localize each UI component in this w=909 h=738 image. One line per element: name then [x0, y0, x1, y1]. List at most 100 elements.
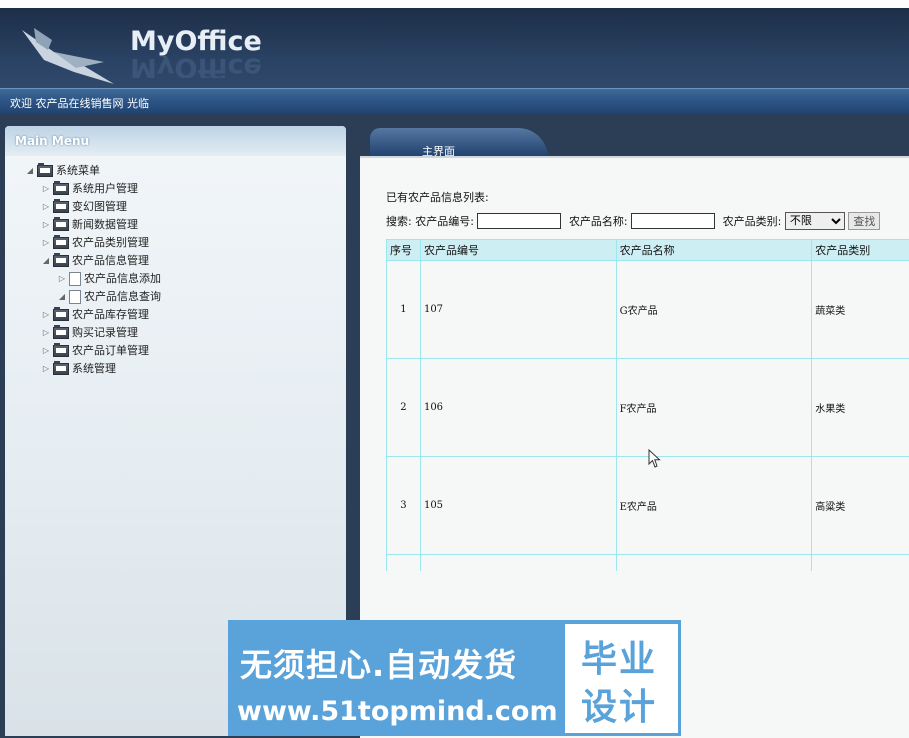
- cell-index: 1: [387, 261, 421, 359]
- folder-icon: [53, 309, 69, 321]
- name-label: 农产品名称:: [569, 215, 628, 228]
- sidebar-item-label: 农产品信息添加: [84, 272, 161, 285]
- search-bar: 搜索: 农产品编号: 农产品名称: 农产品类别: 不限 查找: [386, 212, 880, 232]
- collapsed-arrow-icon[interactable]: ▷: [41, 198, 51, 216]
- collapsed-arrow-icon[interactable]: ▷: [41, 306, 51, 324]
- cell-category: 高粱类: [812, 457, 909, 555]
- folder-icon: [37, 165, 53, 177]
- mouse-cursor-icon: [648, 449, 662, 469]
- expanded-arrow-icon[interactable]: ◢: [25, 162, 35, 180]
- code-input[interactable]: [477, 213, 561, 229]
- table-header-row: 序号 农产品编号 农产品名称 农产品类别: [387, 240, 909, 261]
- cell-category: 蔬菜类: [812, 261, 909, 359]
- folder-icon: [53, 201, 69, 213]
- product-table: 序号 农产品编号 农产品名称 农产品类别 1 107 G农产品 蔬菜类 2 10…: [386, 239, 909, 571]
- collapsed-arrow-icon[interactable]: ▷: [41, 342, 51, 360]
- search-button[interactable]: 查找: [848, 212, 880, 230]
- folder-icon: [53, 345, 69, 357]
- banner-url: www.51topmind.com: [237, 696, 558, 727]
- cell-code: 106: [420, 359, 616, 457]
- banner-right: 毕业 设计: [565, 624, 678, 733]
- tab-main[interactable]: 主界面: [370, 128, 548, 158]
- collapsed-arrow-icon[interactable]: ▷: [57, 270, 67, 288]
- banner-slogan: 无须担心.自动发货: [240, 640, 517, 686]
- collapsed-arrow-icon[interactable]: ▷: [41, 216, 51, 234]
- folder-icon: [53, 255, 69, 267]
- app-logo-text: MyOffice: [130, 26, 262, 57]
- cell-empty: [812, 555, 909, 572]
- tree-root[interactable]: ◢ 系统菜单: [25, 162, 100, 180]
- header-code: 农产品编号: [420, 240, 616, 261]
- folder-icon: [53, 219, 69, 231]
- sidebar-item-label: 变幻图管理: [72, 200, 127, 213]
- expanded-arrow-icon[interactable]: ◢: [41, 252, 51, 270]
- table-row: 2 106 F农产品 水果类: [387, 359, 909, 457]
- collapsed-arrow-icon[interactable]: ▷: [41, 324, 51, 342]
- collapsed-arrow-icon[interactable]: ▷: [41, 180, 51, 198]
- category-select[interactable]: 不限: [785, 212, 845, 230]
- sidebar-header: Main Menu: [5, 126, 346, 156]
- sidebar-item-purchase-records[interactable]: ▷ 购买记录管理: [41, 324, 138, 342]
- sidebar-item-label: 新闻数据管理: [72, 218, 138, 231]
- sidebar-item-slideshow-management[interactable]: ▷ 变幻图管理: [41, 198, 127, 216]
- header-index: 序号: [387, 240, 421, 261]
- sidebar-item-label: 系统管理: [72, 362, 116, 375]
- sidebar-item-system-management[interactable]: ▷ 系统管理: [41, 360, 116, 378]
- sidebar-item-order-management[interactable]: ▷ 农产品订单管理: [41, 342, 149, 360]
- name-input[interactable]: [631, 213, 715, 229]
- folder-icon: [53, 363, 69, 375]
- header-name: 农产品名称: [616, 240, 812, 261]
- table-row: [387, 555, 909, 572]
- cell-empty: [420, 555, 616, 572]
- watermark-banner: 无须担心.自动发货 www.51topmind.com 毕业 设计: [228, 620, 681, 736]
- sidebar-item-label: 农产品库存管理: [72, 308, 149, 321]
- category-label: 农产品类别:: [723, 215, 782, 228]
- sidebar-item-user-management[interactable]: ▷ 系统用户管理: [41, 180, 138, 198]
- page-icon: [69, 290, 81, 304]
- page-icon: [69, 272, 81, 286]
- sidebar-item-label: 系统用户管理: [72, 182, 138, 195]
- collapsed-arrow-icon[interactable]: ▷: [41, 360, 51, 378]
- folder-icon: [53, 183, 69, 195]
- spacer: [0, 114, 909, 126]
- banner-left: 无须担心.自动发货 www.51topmind.com: [228, 620, 563, 736]
- cell-code: 105: [420, 457, 616, 555]
- top-strip: [0, 0, 909, 8]
- cell-index: 2: [387, 359, 421, 457]
- folder-icon: [53, 327, 69, 339]
- sidebar-item-category-management[interactable]: ▷ 农产品类别管理: [41, 234, 149, 252]
- cell-empty: [616, 555, 812, 572]
- header-category: 农产品类别: [812, 240, 909, 261]
- sidebar-item-label: 农产品信息查询: [84, 290, 161, 303]
- sidebar-item-product-management[interactable]: ◢ 农产品信息管理: [41, 252, 149, 270]
- table-row: 1 107 G农产品 蔬菜类: [387, 261, 909, 359]
- folder-icon: [53, 237, 69, 249]
- sidebar-item-product-query[interactable]: ◢ 农产品信息查询: [57, 288, 161, 306]
- sidebar-item-label: 农产品信息管理: [72, 254, 149, 267]
- code-label: 农产品编号:: [415, 215, 474, 228]
- cell-category: 水果类: [812, 359, 909, 457]
- app-logo-reflection: MyOffice: [130, 56, 262, 78]
- app-header: MyOffice MyOffice: [0, 8, 909, 88]
- cell-name: E农产品: [616, 457, 812, 555]
- tree-root-label: 系统菜单: [56, 164, 100, 177]
- sidebar-item-stock-management[interactable]: ▷ 农产品库存管理: [41, 306, 149, 324]
- welcome-bar: 欢迎 农产品在线销售网 光临: [0, 88, 909, 115]
- cell-name: F农产品: [616, 359, 812, 457]
- bird-logo-icon: [14, 22, 124, 86]
- sidebar-item-product-add[interactable]: ▷ 农产品信息添加: [57, 270, 161, 288]
- cell-empty: [387, 555, 421, 572]
- cell-index: 3: [387, 457, 421, 555]
- list-title: 已有农产品信息列表:: [386, 189, 489, 205]
- collapsed-arrow-icon[interactable]: ▷: [41, 234, 51, 252]
- sidebar-title: Main Menu: [15, 134, 89, 148]
- welcome-text: 欢迎 农产品在线销售网 光临: [10, 95, 149, 111]
- sidebar-item-label: 农产品类别管理: [72, 236, 149, 249]
- sidebar-item-label: 购买记录管理: [72, 326, 138, 339]
- expanded-arrow-icon[interactable]: ◢: [57, 288, 67, 306]
- cell-code: 107: [420, 261, 616, 359]
- sidebar-item-news-management[interactable]: ▷ 新闻数据管理: [41, 216, 138, 234]
- table-row: 3 105 E农产品 高粱类: [387, 457, 909, 555]
- sidebar-item-label: 农产品订单管理: [72, 344, 149, 357]
- banner-right-line2: 设计: [581, 678, 671, 730]
